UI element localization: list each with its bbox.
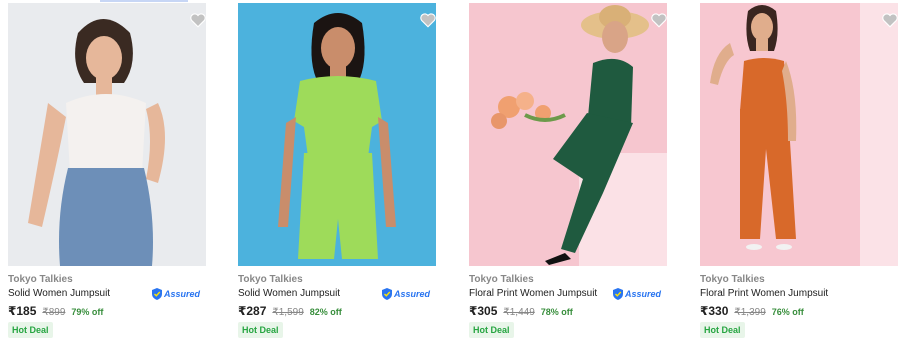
assured-badge: Assured [613, 287, 661, 301]
assured-badge: Assured [152, 287, 200, 301]
product-card[interactable]: Tokyo Talkies Floral Print Women Jumpsui… [467, 0, 677, 341]
price-row: ₹305 ₹1,449 78% off [469, 304, 573, 318]
selling-price: ₹287 [238, 304, 267, 318]
price-row: ₹330 ₹1,399 76% off [700, 304, 804, 318]
wishlist-heart-icon[interactable] [419, 11, 437, 29]
discount-percent: 78% off [540, 307, 573, 317]
product-card[interactable]: Tokyo Talkies Floral Print Women Jumpsui… [698, 0, 908, 341]
product-card[interactable]: Tokyo Talkies Solid Women Jumpsuit Assur… [6, 0, 216, 341]
wishlist-heart-icon[interactable] [881, 11, 899, 29]
assured-label: Assured [164, 289, 201, 299]
price-row: ₹287 ₹1,599 82% off [238, 304, 342, 318]
selling-price: ₹185 [8, 304, 37, 318]
product-image[interactable] [238, 3, 436, 266]
selling-price: ₹330 [700, 304, 729, 318]
product-photo-illustration [469, 3, 667, 266]
wishlist-heart-icon[interactable] [650, 11, 668, 29]
product-image[interactable] [700, 3, 898, 266]
hot-deal-badge: Hot Deal [8, 322, 53, 338]
product-brand[interactable]: Tokyo Talkies [700, 274, 765, 285]
product-photo-illustration [238, 3, 436, 266]
product-image[interactable] [8, 3, 206, 266]
assured-label: Assured [625, 289, 662, 299]
original-price: ₹1,399 [734, 307, 766, 318]
product-brand[interactable]: Tokyo Talkies [469, 274, 534, 285]
product-card[interactable]: Tokyo Talkies Solid Women Jumpsuit Assur… [236, 0, 446, 341]
assured-shield-icon [613, 288, 623, 300]
hot-deal-badge: Hot Deal [700, 322, 745, 338]
hot-deal-badge: Hot Deal [469, 322, 514, 338]
original-price: ₹1,599 [272, 307, 304, 318]
assured-label: Assured [394, 289, 431, 299]
wishlist-heart-icon[interactable] [189, 11, 207, 29]
product-brand[interactable]: Tokyo Talkies [238, 274, 303, 285]
product-title[interactable]: Floral Print Women Jumpsuit [700, 288, 828, 299]
product-image[interactable] [469, 3, 667, 266]
product-title[interactable]: Solid Women Jumpsuit [8, 288, 110, 299]
product-brand[interactable]: Tokyo Talkies [8, 274, 73, 285]
hot-deal-badge: Hot Deal [238, 322, 283, 338]
original-price: ₹1,449 [503, 307, 535, 318]
product-title[interactable]: Solid Women Jumpsuit [238, 288, 340, 299]
product-photo-illustration [700, 3, 898, 266]
discount-percent: 82% off [309, 307, 342, 317]
product-title[interactable]: Floral Print Women Jumpsuit [469, 288, 597, 299]
product-grid: Tokyo Talkies Solid Women Jumpsuit Assur… [0, 0, 912, 341]
discount-percent: 76% off [771, 307, 804, 317]
discount-percent: 79% off [71, 307, 104, 317]
selling-price: ₹305 [469, 304, 498, 318]
assured-shield-icon [152, 288, 162, 300]
product-photo-illustration [8, 3, 206, 266]
price-row: ₹185 ₹899 79% off [8, 304, 103, 318]
assured-badge: Assured [382, 287, 430, 301]
original-price: ₹899 [42, 307, 66, 318]
assured-shield-icon [382, 288, 392, 300]
